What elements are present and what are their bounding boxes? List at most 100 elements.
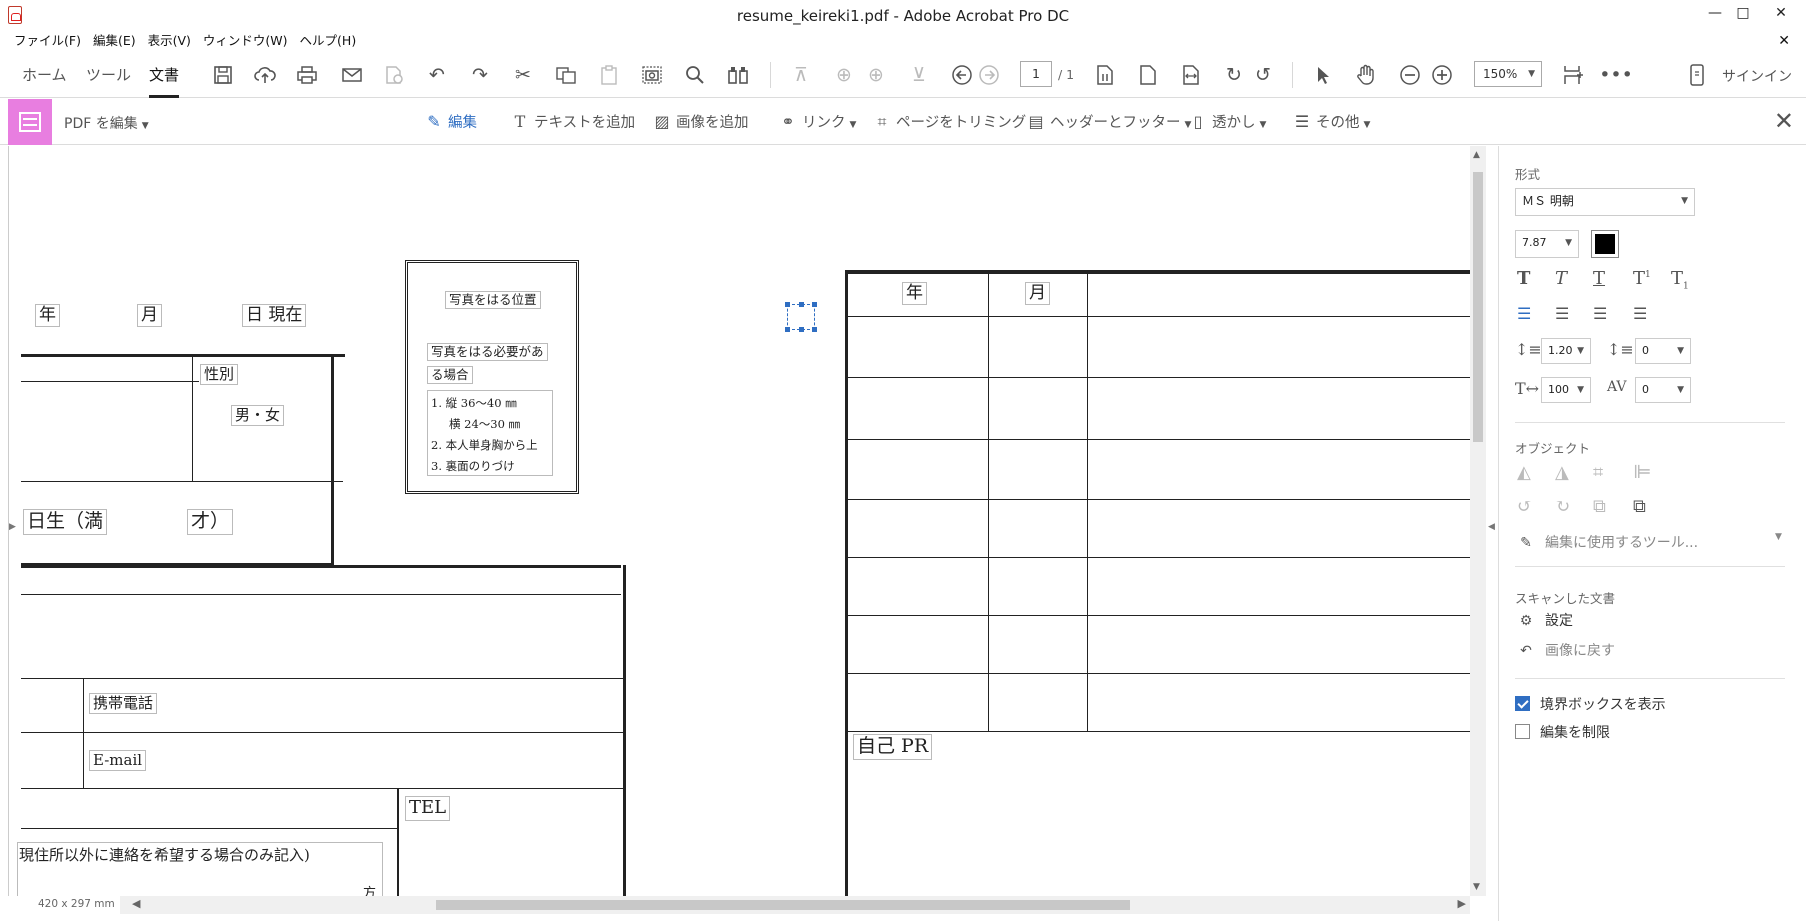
right-panel-toggle-icon[interactable]: ◀ <box>1488 522 1495 532</box>
menu-help[interactable]: ヘルプ(H) <box>294 32 363 50</box>
arrange-objects-icon[interactable]: ⧉ <box>1633 496 1646 517</box>
tool-edit[interactable]: ✎ 編集 <box>424 111 477 132</box>
scroll-right-icon[interactable]: ▶ <box>1458 897 1466 910</box>
previous-page-icon[interactable]: ⊕ <box>831 62 857 88</box>
rotate-counterclockwise-icon[interactable]: ↺ <box>1250 62 1276 88</box>
signin-button[interactable]: サインイン <box>1722 66 1792 86</box>
undo-icon[interactable]: ↶ <box>424 62 450 88</box>
subscript-icon[interactable]: T1 <box>1671 268 1689 292</box>
close-edit-toolbar-button[interactable]: ✕ <box>1774 107 1794 135</box>
scroll-down-icon[interactable]: ▼ <box>1473 882 1480 892</box>
bold-icon[interactable]: T <box>1517 268 1530 289</box>
font-select[interactable]: ＭＳ 明朝 ▼ <box>1515 188 1695 216</box>
vertical-scroll-thumb[interactable] <box>1473 172 1483 442</box>
save-icon[interactable] <box>210 62 236 88</box>
zoom-in-icon[interactable] <box>1429 62 1455 88</box>
edit-pdf-mode-dropdown[interactable]: PDF を編集 ▼ <box>64 113 149 133</box>
zoom-select[interactable]: 150% ▼ <box>1474 61 1542 87</box>
character-spacing-select[interactable]: 0 ▼ <box>1635 377 1691 403</box>
close-window-button[interactable]: ✕ <box>1758 0 1804 30</box>
align-justify-icon[interactable]: ☰ <box>1633 304 1647 323</box>
replace-image-icon[interactable]: ⧉ <box>1593 496 1606 517</box>
scroll-up-icon[interactable]: ▲ <box>1473 150 1480 160</box>
left-panel-toggle-icon[interactable]: ▶ <box>9 522 16 532</box>
snapshot-icon[interactable] <box>639 62 665 88</box>
scroll-left-icon[interactable]: ◀ <box>132 897 140 910</box>
tool-more[interactable]: ☰ その他 ▼ <box>1292 111 1371 132</box>
restrict-editing-checkbox[interactable]: 編集を制限 <box>1515 722 1610 742</box>
fit-width-icon[interactable] <box>1178 62 1204 88</box>
tool-add-image[interactable]: ▨ 画像を追加 <box>652 111 748 132</box>
paste-icon[interactable] <box>596 62 622 88</box>
resize-handle[interactable] <box>812 302 817 307</box>
mobile-link-icon[interactable] <box>1684 62 1710 88</box>
first-page-icon[interactable]: ⊼ <box>788 62 814 88</box>
horizontal-scroll-thumb[interactable] <box>436 900 1130 910</box>
rotate-right-icon[interactable]: ↻ <box>1555 496 1570 517</box>
redo-icon[interactable]: ↷ <box>467 62 493 88</box>
page-number-input[interactable]: 1 <box>1020 61 1052 87</box>
flip-vertical-icon[interactable]: ◭ <box>1517 462 1531 483</box>
tool-header-footer[interactable]: ▤ ヘッダーとフッター ▼ <box>1026 111 1191 132</box>
text-color-swatch[interactable] <box>1591 230 1619 258</box>
flip-horizontal-icon[interactable]: ◮ <box>1555 462 1569 483</box>
copy-icon[interactable] <box>553 62 579 88</box>
resize-handle[interactable] <box>799 302 804 307</box>
vertical-scrollbar[interactable]: ▲ ▼ <box>1470 146 1486 896</box>
more-tools-button[interactable]: ••• <box>1599 62 1633 88</box>
scan-settings-button[interactable]: ⚙ 設定 <box>1515 610 1573 630</box>
advanced-search-icon[interactable] <box>725 62 751 88</box>
tool-add-text[interactable]: T テキストを追加 <box>510 111 635 132</box>
align-center-icon[interactable]: ☰ <box>1555 304 1569 323</box>
resize-handle[interactable] <box>785 327 790 332</box>
hand-tool-icon[interactable] <box>1353 62 1379 88</box>
select-cursor-icon[interactable] <box>1310 62 1336 88</box>
tab-tools[interactable]: ツール <box>86 64 131 85</box>
edit-using-tool-dropdown[interactable]: ✎ 編集に使用するツール... ▼ <box>1515 532 1782 552</box>
revert-to-image-button[interactable]: ↶ 画像に戻す <box>1515 640 1615 660</box>
cut-icon[interactable]: ✂ <box>510 62 536 88</box>
insert-page-icon[interactable] <box>1560 62 1586 88</box>
certify-icon[interactable] <box>381 62 407 88</box>
tool-crop-pages[interactable]: ⌗ ページをトリミング <box>872 111 1026 132</box>
zoom-out-icon[interactable] <box>1397 62 1423 88</box>
menu-edit[interactable]: 編集(E) <box>87 32 142 50</box>
last-page-icon[interactable]: ⊻ <box>906 62 932 88</box>
paragraph-spacing-select[interactable]: 0 ▼ <box>1635 338 1691 364</box>
document-canvas[interactable]: 年 月 日 現在 性別 男・女 日生（満 才） 写真をはる位置 写真をはる必要が… <box>8 146 1470 896</box>
fit-page-icon[interactable] <box>1135 62 1161 88</box>
resize-handle[interactable] <box>799 327 804 332</box>
resize-handle[interactable] <box>785 302 790 307</box>
forward-icon[interactable] <box>976 62 1002 88</box>
horizontal-scrollbar[interactable]: ◀ ▶ <box>120 896 1470 914</box>
tab-document[interactable]: 文書 <box>149 64 180 98</box>
underline-icon[interactable]: T <box>1593 268 1605 289</box>
back-icon[interactable] <box>949 62 975 88</box>
show-bounding-box-checkbox[interactable]: 境界ボックスを表示 <box>1515 694 1666 714</box>
menu-file[interactable]: ファイル(F) <box>8 32 87 50</box>
line-spacing-select[interactable]: 1.20 ▼ <box>1541 338 1591 364</box>
align-objects-icon[interactable]: ⊫ <box>1633 462 1652 483</box>
actual-size-icon[interactable] <box>1092 62 1118 88</box>
cloud-upload-icon[interactable] <box>252 62 278 88</box>
search-icon[interactable] <box>682 62 708 88</box>
tool-link[interactable]: ⚭ リンク ▼ <box>778 111 856 132</box>
print-icon[interactable] <box>294 62 320 88</box>
rotate-left-icon[interactable]: ↺ <box>1517 496 1532 517</box>
horizontal-scale-select[interactable]: 100 ▼ <box>1541 377 1591 403</box>
italic-icon[interactable]: T <box>1555 268 1567 289</box>
tool-watermark[interactable]: ▯ 透かし ▼ <box>1188 111 1267 132</box>
resize-handle[interactable] <box>812 327 817 332</box>
superscript-icon[interactable]: T1 <box>1633 268 1651 289</box>
align-left-icon[interactable]: ☰ <box>1517 304 1531 323</box>
rotate-clockwise-icon[interactable]: ↻ <box>1221 62 1247 88</box>
close-document-button[interactable]: ✕ <box>1772 32 1796 50</box>
menu-window[interactable]: ウィンドウ(W) <box>197 32 294 50</box>
next-page-icon[interactable]: ⊕ <box>863 62 889 88</box>
email-icon[interactable] <box>339 62 365 88</box>
align-right-icon[interactable]: ☰ <box>1593 304 1607 323</box>
crop-image-icon[interactable]: ⌗ <box>1593 462 1603 483</box>
menu-view[interactable]: 表示(V) <box>142 32 197 50</box>
tab-home[interactable]: ホーム <box>22 64 67 85</box>
font-size-select[interactable]: 7.87 ▼ <box>1515 230 1579 258</box>
